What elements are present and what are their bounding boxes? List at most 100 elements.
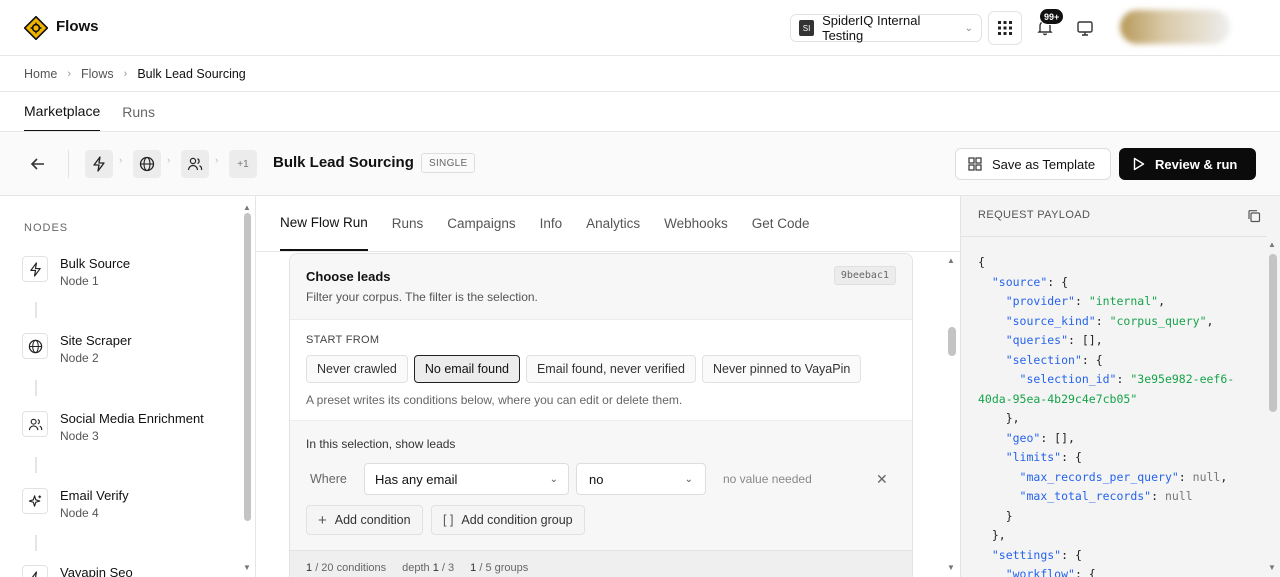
chevron-down-icon: ⌄ bbox=[549, 473, 558, 485]
condition-builder: In this selection, show leads Where Has … bbox=[290, 420, 912, 550]
add-condition-group-button[interactable]: [ ] Add condition group bbox=[431, 505, 585, 535]
start-from-label: START FROM bbox=[306, 334, 380, 346]
node-name: Social Media Enrichment bbox=[60, 411, 204, 426]
workspace-name: SpiderIQ Internal Testing bbox=[822, 13, 921, 43]
breadcrumb-flows[interactable]: Flows bbox=[81, 67, 114, 81]
scroll-up-arrow[interactable]: ▲ bbox=[1268, 240, 1276, 249]
scroll-down-arrow[interactable]: ▼ bbox=[1268, 563, 1276, 572]
node-connector bbox=[35, 380, 37, 396]
node-sub: Node 3 bbox=[60, 429, 99, 443]
chevron-right-icon: › bbox=[123, 68, 128, 80]
flow-tabs: New Flow Run Runs Campaigns Info Analyti… bbox=[256, 196, 960, 252]
template-grid-icon bbox=[968, 157, 982, 171]
payload-code-view: { "source": { "provider": "internal", "s… bbox=[961, 236, 1267, 577]
tab-analytics[interactable]: Analytics bbox=[586, 196, 640, 251]
monitor-icon[interactable] bbox=[1076, 19, 1094, 37]
notifications-badge: 99+ bbox=[1039, 8, 1065, 25]
scroll-up-arrow[interactable]: ▲ bbox=[947, 256, 955, 265]
close-icon[interactable]: ✕ bbox=[876, 471, 888, 488]
selection-label: In this selection, show leads bbox=[306, 437, 456, 451]
flow-header: › › › +1 Bulk Lead Sourcing SINGLE Save … bbox=[0, 132, 1280, 196]
chevron-down-icon: ⌄ bbox=[684, 473, 693, 485]
chevron-right-icon: › bbox=[215, 155, 219, 166]
chevron-down-icon: ⌄ bbox=[964, 22, 973, 34]
payload-json: { "source": { "provider": "internal", "s… bbox=[978, 255, 1235, 577]
condition-operator-value: no bbox=[589, 471, 604, 487]
user-avatar[interactable] bbox=[1120, 10, 1230, 44]
tab-campaigns[interactable]: Campaigns bbox=[447, 196, 515, 251]
add-condition-label: Add condition bbox=[334, 513, 411, 527]
apps-grid-button[interactable] bbox=[988, 11, 1022, 45]
node-chip-users[interactable] bbox=[181, 150, 209, 178]
users-icon bbox=[22, 411, 48, 437]
preset-no-email-found[interactable]: No email found bbox=[413, 355, 520, 383]
tab-runs[interactable]: Runs bbox=[122, 92, 155, 132]
top-bar: Flows SI SpiderIQ Internal Testing ⌄ 99+ bbox=[0, 0, 1280, 56]
nodes-scrollbar[interactable] bbox=[244, 213, 251, 521]
node-name: Vayapin Seo bbox=[60, 565, 133, 577]
groups-count: 1 / 5 groups bbox=[470, 561, 529, 574]
arrow-left-icon[interactable] bbox=[28, 154, 48, 174]
users-icon bbox=[187, 157, 203, 171]
bolt-icon bbox=[93, 156, 105, 172]
card-title: Choose leads bbox=[306, 269, 391, 284]
divider bbox=[0, 91, 1280, 92]
card-header: Choose leads Filter your corpus. The fil… bbox=[290, 254, 912, 320]
preset-email-found-never-verified[interactable]: Email found, never verified bbox=[525, 355, 696, 383]
node-sub: Node 1 bbox=[60, 274, 99, 288]
bolt-icon bbox=[22, 565, 48, 577]
flow-title: Bulk Lead Sourcing bbox=[273, 154, 414, 171]
workspace-switcher[interactable]: SI SpiderIQ Internal Testing ⌄ bbox=[790, 13, 982, 43]
divider bbox=[68, 150, 69, 178]
review-and-run-label: Review & run bbox=[1155, 156, 1238, 172]
chevron-right-icon: › bbox=[67, 68, 72, 80]
where-label: Where bbox=[310, 472, 347, 486]
condition-field-value: Has any email bbox=[375, 471, 458, 487]
scroll-down-arrow[interactable]: ▼ bbox=[243, 563, 251, 572]
plus-icon: + bbox=[318, 511, 327, 529]
node-connector bbox=[35, 457, 37, 473]
tab-new-flow-run[interactable]: New Flow Run bbox=[280, 196, 368, 251]
add-condition-button[interactable]: + Add condition bbox=[306, 505, 423, 535]
center-scrollbar[interactable] bbox=[948, 327, 956, 356]
condition-field-select[interactable]: Has any email ⌄ bbox=[364, 463, 569, 495]
breadcrumb-home[interactable]: Home bbox=[24, 67, 57, 81]
request-payload-panel: REQUEST PAYLOAD { "source": { "provider"… bbox=[960, 196, 1280, 577]
scroll-down-arrow[interactable]: ▼ bbox=[947, 563, 955, 572]
node-sub: Node 4 bbox=[60, 506, 99, 520]
limits-footer: 1 / 20 conditions depth 1 / 3 1 / 5 grou… bbox=[290, 550, 912, 577]
copy-icon[interactable] bbox=[1247, 209, 1261, 223]
save-as-template-button[interactable]: Save as Template bbox=[955, 148, 1111, 180]
preset-never-pinned-to-vayapin[interactable]: Never pinned to VayaPin bbox=[701, 355, 862, 383]
tab-get-code[interactable]: Get Code bbox=[752, 196, 810, 251]
mode-badge: SINGLE bbox=[421, 153, 476, 173]
conditions-count: 1 / 20 conditions bbox=[306, 561, 387, 574]
node-sub: Node 2 bbox=[60, 351, 99, 365]
choose-leads-card: Choose leads Filter your corpus. The fil… bbox=[289, 253, 913, 577]
selection-hash-badge: 9beebac1 bbox=[833, 266, 896, 285]
scroll-up-arrow[interactable]: ▲ bbox=[243, 203, 251, 212]
main-tabs: Marketplace Runs bbox=[24, 92, 155, 132]
workspace-badge: SI bbox=[799, 20, 815, 36]
flows-logo-icon[interactable] bbox=[24, 16, 48, 40]
tab-info[interactable]: Info bbox=[540, 196, 563, 251]
card-subtitle: Filter your corpus. The filter is the se… bbox=[306, 290, 538, 304]
review-and-run-button[interactable]: Review & run bbox=[1119, 148, 1256, 180]
node-chip-globe[interactable] bbox=[133, 150, 161, 178]
node-connector bbox=[35, 302, 37, 318]
nodes-panel: NODES Bulk Source Node 1 Site Scraper No… bbox=[0, 196, 256, 577]
condition-operator-select[interactable]: no ⌄ bbox=[576, 463, 706, 495]
sparkles-icon bbox=[22, 488, 48, 514]
more-nodes-chip[interactable]: +1 bbox=[229, 150, 257, 178]
new-flow-run-panel: Choose leads Filter your corpus. The fil… bbox=[256, 252, 960, 577]
node-name: Bulk Source bbox=[60, 256, 131, 271]
node-name: Email Verify bbox=[60, 488, 129, 503]
preset-buttons: Never crawled No email found Email found… bbox=[306, 355, 862, 383]
node-chip-bolt[interactable] bbox=[85, 150, 113, 178]
tab-webhooks[interactable]: Webhooks bbox=[664, 196, 728, 251]
tab-runs[interactable]: Runs bbox=[392, 196, 424, 251]
payload-scrollbar[interactable] bbox=[1269, 254, 1277, 412]
preset-never-crawled[interactable]: Never crawled bbox=[306, 355, 408, 383]
tab-marketplace[interactable]: Marketplace bbox=[24, 92, 101, 132]
brackets-icon: [ ] bbox=[443, 513, 454, 527]
